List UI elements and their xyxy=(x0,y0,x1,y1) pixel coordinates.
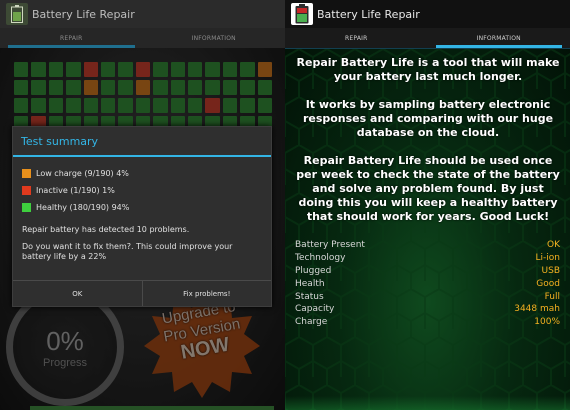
property-label: Technology xyxy=(295,253,346,264)
dialog-question: Do you want it to fix them?. This could … xyxy=(22,242,233,261)
description-paragraph: Repair Battery Life is a tool that will … xyxy=(296,56,560,83)
tab-repair-label: REPAIR xyxy=(345,34,368,42)
ok-button[interactable]: OK xyxy=(13,281,142,306)
fix-problems-button[interactable]: Fix problems! xyxy=(141,281,272,306)
tab-underline xyxy=(285,48,570,49)
property-value: OK xyxy=(547,240,560,251)
action-bar: Battery Life Repair xyxy=(285,0,570,28)
tab-repair[interactable]: REPAIR xyxy=(285,28,428,48)
property-label: Health xyxy=(295,278,325,289)
app-icon xyxy=(6,3,28,25)
stat-inactive: Inactive (1/190) 1% xyxy=(22,182,262,199)
app-icon xyxy=(291,3,313,25)
tab-repair-label: REPAIR xyxy=(60,34,83,42)
property-row-plugged: Plugged USB xyxy=(295,265,560,278)
property-value: Full xyxy=(544,291,560,302)
battery-icon xyxy=(11,5,23,23)
description-paragraph: It works by sampling battery electronic … xyxy=(302,98,554,139)
dialog-buttons: OK Fix problems! xyxy=(13,280,271,306)
stat-healthy: Healthy (180/190) 94% xyxy=(22,199,262,216)
tab-bar: REPAIR INFORMATION xyxy=(0,28,285,48)
battery-properties: Battery Present OK Technology Li-ion Plu… xyxy=(295,239,560,329)
low-charge-swatch xyxy=(22,169,31,178)
tab-information[interactable]: INFORMATION xyxy=(428,28,570,48)
stat-low-charge-label: Low charge (9/190) 4% xyxy=(36,169,129,178)
property-label: Plugged xyxy=(295,265,332,276)
property-label: Capacity xyxy=(295,304,335,315)
tab-bar: REPAIR INFORMATION xyxy=(285,28,570,48)
dialog-body: Low charge (9/190) 4% Inactive (1/190) 1… xyxy=(13,157,271,262)
inactive-swatch xyxy=(22,186,31,195)
property-row-battery-present: Battery Present OK xyxy=(295,239,560,252)
property-row-status: Status Full xyxy=(295,290,560,303)
property-value: Li-ion xyxy=(535,253,560,264)
action-bar: Battery Life Repair xyxy=(0,0,285,28)
stat-inactive-label: Inactive (1/190) 1% xyxy=(36,186,115,195)
property-row-charge: Charge 100% xyxy=(295,316,560,329)
tab-information[interactable]: INFORMATION xyxy=(143,28,286,48)
tab-information-label: INFORMATION xyxy=(476,34,521,42)
property-value: 3448 mah xyxy=(514,304,560,315)
app-description: Repair Battery Life is a tool that will … xyxy=(293,56,563,238)
property-label: Battery Present xyxy=(295,240,365,251)
healthy-swatch xyxy=(22,203,31,212)
stat-healthy-label: Healthy (180/190) 94% xyxy=(36,203,130,212)
property-value: 100% xyxy=(534,317,560,328)
property-value: Good xyxy=(536,278,560,289)
property-label: Charge xyxy=(295,317,328,328)
bottom-glow xyxy=(285,396,570,410)
information-screen: Battery Life Repair REPAIR INFORMATION R… xyxy=(285,0,570,410)
property-label: Status xyxy=(295,291,324,302)
dialog-message: Repair battery has detected 10 problems. xyxy=(22,225,190,234)
battery-icon xyxy=(295,4,309,24)
stat-low-charge: Low charge (9/190) 4% xyxy=(22,165,262,182)
tab-repair[interactable]: REPAIR xyxy=(0,28,143,48)
app-title: Battery Life Repair xyxy=(32,7,135,21)
description-paragraph: Repair Battery Life should be used once … xyxy=(296,154,560,223)
tab-information-label: INFORMATION xyxy=(191,34,236,42)
property-row-technology: Technology Li-ion xyxy=(295,252,560,265)
dialog-title: Test summary xyxy=(13,127,271,157)
property-row-capacity: Capacity 3448 mah xyxy=(295,303,560,316)
repair-screen: 0% Progress Upgrade to Pro Version NOW B… xyxy=(0,0,285,410)
tab-selected-indicator xyxy=(8,45,135,48)
property-value: USB xyxy=(541,265,560,276)
property-row-health: Health Good xyxy=(295,277,560,290)
app-title: Battery Life Repair xyxy=(317,7,420,21)
test-summary-dialog: Test summary Low charge (9/190) 4% Inact… xyxy=(12,126,272,307)
